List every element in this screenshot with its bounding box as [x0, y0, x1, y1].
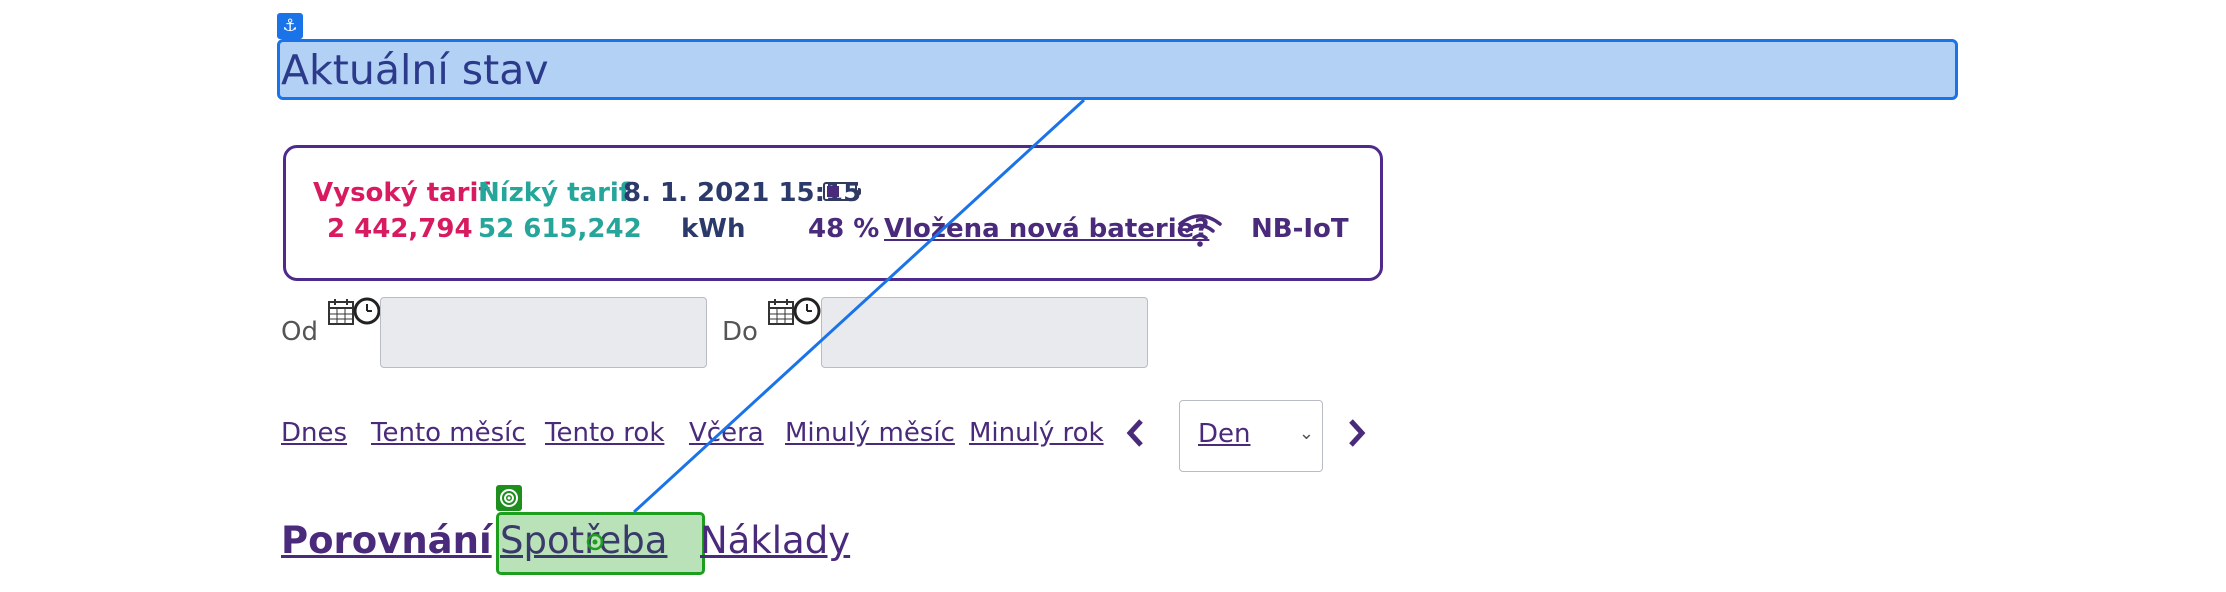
- anchor-icon: ⚓: [277, 13, 303, 39]
- chevron-left-icon[interactable]: [1124, 418, 1146, 452]
- wifi-icon: [1177, 212, 1223, 252]
- chevron-down-icon: ⌄: [1298, 423, 1314, 444]
- new-battery-link[interactable]: Vložena nová baterie?: [884, 214, 1209, 244]
- high-tariff-label: Vysoký tarif: [313, 178, 490, 208]
- battery-icon: [823, 182, 861, 201]
- link-last-year[interactable]: Minulý rok: [969, 418, 1104, 448]
- chevron-right-icon[interactable]: [1346, 418, 1368, 452]
- granularity-select[interactable]: Den ⌄: [1179, 400, 1323, 472]
- link-today[interactable]: Dnes: [281, 418, 347, 448]
- from-date-input[interactable]: [380, 297, 707, 368]
- tab-comparison[interactable]: Porovnání: [281, 519, 492, 562]
- target-icon: [496, 485, 522, 511]
- from-label: Od: [281, 317, 318, 347]
- low-tariff-label: Nízký tarif: [478, 178, 631, 208]
- unit-label: kWh: [681, 214, 746, 244]
- tab-consumption[interactable]: Spotřeba: [500, 519, 667, 562]
- to-label: Do: [722, 317, 758, 347]
- calendar-clock-icon[interactable]: [767, 297, 823, 333]
- battery-percent: 48 %: [808, 214, 880, 244]
- link-this-month[interactable]: Tento měsíc: [371, 418, 526, 448]
- network-type: NB-IoT: [1251, 214, 1349, 244]
- tab-costs[interactable]: Náklady: [700, 519, 850, 562]
- high-tariff-value: 2 442,794: [327, 214, 473, 244]
- link-this-year[interactable]: Tento rok: [545, 418, 664, 448]
- calendar-clock-icon[interactable]: [327, 297, 383, 333]
- granularity-value: Den: [1198, 419, 1251, 449]
- page-title: Aktuální stav: [281, 46, 549, 94]
- low-tariff-value: 52 615,242: [478, 214, 642, 244]
- link-last-month[interactable]: Minulý měsíc: [785, 418, 955, 448]
- link-yesterday[interactable]: Včera: [689, 418, 764, 448]
- to-date-input[interactable]: [821, 297, 1148, 368]
